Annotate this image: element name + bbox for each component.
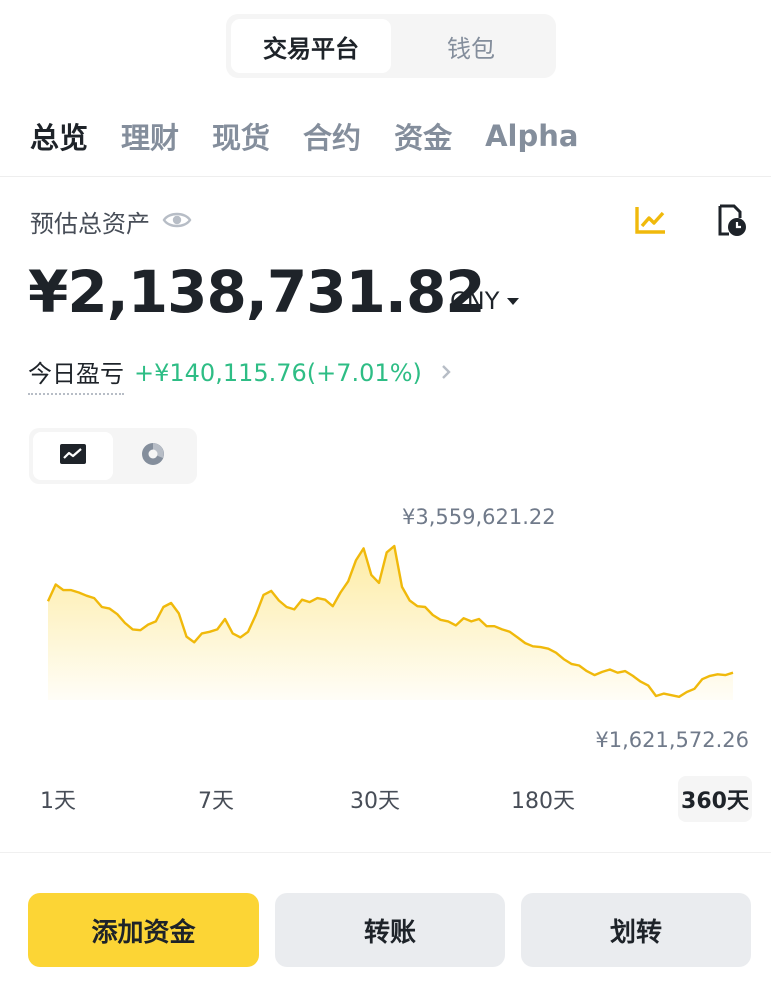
section-divider bbox=[0, 852, 771, 853]
chevron-right-icon bbox=[440, 361, 452, 389]
tab-spot[interactable]: 现货 bbox=[212, 115, 270, 157]
pie-chart-toggle[interactable] bbox=[113, 432, 193, 480]
chart-min-label: ¥1,621,572.26 bbox=[595, 728, 749, 752]
today-pnl-label: 今日盈亏 bbox=[28, 354, 124, 395]
chart-type-toggle bbox=[29, 428, 197, 484]
time-range-selector: 1天 7天 30天 180天 360天 bbox=[0, 776, 771, 822]
switch-wallet[interactable]: 钱包 bbox=[391, 19, 551, 73]
eye-icon[interactable] bbox=[162, 208, 192, 236]
tabs-divider bbox=[0, 176, 771, 177]
line-chart-icon[interactable] bbox=[634, 204, 668, 240]
internal-transfer-button[interactable]: 划转 bbox=[521, 893, 751, 967]
trend-chart-icon bbox=[60, 444, 86, 468]
range-1d[interactable]: 1天 bbox=[26, 776, 90, 822]
range-7d[interactable]: 7天 bbox=[184, 776, 248, 822]
history-icon[interactable] bbox=[716, 204, 748, 242]
range-360d[interactable]: 360天 bbox=[678, 776, 752, 822]
tab-overview[interactable]: 总览 bbox=[30, 115, 88, 157]
asset-tabs: 总览 理财 现货 合约 资金 Alpha bbox=[30, 112, 611, 160]
estimated-assets-label: 预估总资产 bbox=[30, 210, 150, 238]
range-180d[interactable]: 180天 bbox=[502, 776, 584, 822]
total-asset-amount: ¥2,138,731.82 bbox=[28, 258, 486, 326]
estimated-assets-label-row: 预估总资产 bbox=[30, 204, 192, 239]
switch-trading-platform[interactable]: 交易平台 bbox=[231, 19, 391, 73]
today-pnl-value: +¥140,115.76(+7.01%) bbox=[134, 358, 422, 387]
transfer-button[interactable]: 转账 bbox=[275, 893, 505, 967]
tab-earn[interactable]: 理财 bbox=[121, 115, 179, 157]
chart-max-label: ¥3,559,621.22 bbox=[402, 505, 556, 529]
platform-wallet-switch: 交易平台 钱包 bbox=[226, 14, 556, 78]
add-funds-button[interactable]: 添加资金 bbox=[28, 893, 259, 967]
asset-trend-chart bbox=[46, 544, 734, 700]
pie-chart-icon bbox=[140, 441, 166, 471]
tab-futures[interactable]: 合约 bbox=[303, 115, 361, 157]
currency-label: CNY bbox=[450, 287, 500, 315]
caret-down-icon bbox=[507, 297, 520, 305]
today-pnl-row[interactable]: 今日盈亏 +¥140,115.76(+7.01%) bbox=[28, 354, 452, 395]
range-30d[interactable]: 30天 bbox=[340, 776, 410, 822]
currency-selector[interactable]: CNY bbox=[450, 287, 520, 315]
trend-chart-toggle[interactable] bbox=[33, 432, 113, 480]
tab-alpha[interactable]: Alpha bbox=[485, 119, 578, 153]
tab-funding[interactable]: 资金 bbox=[394, 115, 452, 157]
